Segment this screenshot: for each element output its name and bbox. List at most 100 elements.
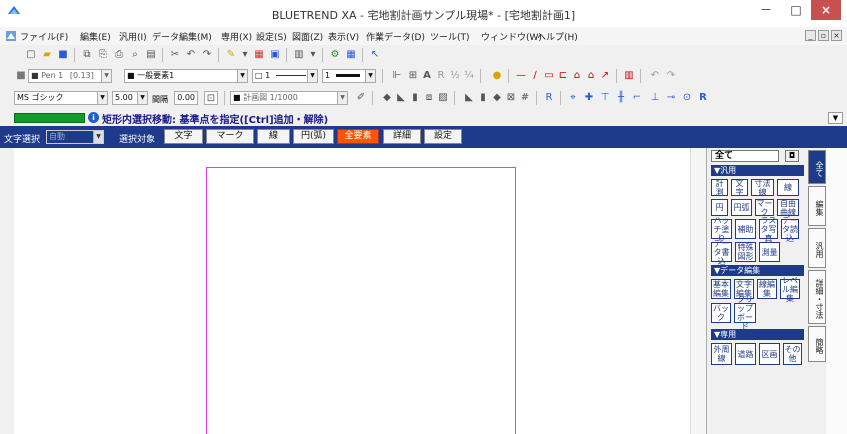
flag-red-icon[interactable]: ⊏ [556,69,570,83]
slash-red-icon[interactable]: ∕ [528,69,542,83]
settings-button[interactable]: 設定 [424,129,462,144]
snap-icon-1[interactable]: ⌖ [566,91,580,105]
command-dropdown-button[interactable]: ▼ [828,112,843,124]
menu-settings[interactable]: 設定(S) [256,30,287,43]
menu-window[interactable]: ウィンドウ(W) [481,30,542,43]
palette-line-button[interactable]: 線 [777,179,799,196]
mdi-restore-button[interactable]: ▫ [818,30,829,41]
grid-red-icon[interactable]: ▥ [622,69,636,83]
snap-icon-7[interactable]: ⊸ [664,91,678,105]
menu-data-edit[interactable]: データ編集(M) [152,30,212,43]
rect-red-icon[interactable]: ▭ [542,69,556,83]
shape-icon-6[interactable]: ◣ [462,91,476,105]
menu-work-data[interactable]: 作業データ(D) [366,30,425,43]
palette-special-shape-button[interactable]: 特殊図形 [735,242,756,262]
plan-select[interactable]: ■ 計画図 1/1000 ▼ [230,91,348,105]
palette-arc-button[interactable]: 円弧 [731,199,752,216]
menu-special[interactable]: 専用(X) [221,30,252,43]
palette-back-button[interactable]: バック [711,303,731,323]
drawing-canvas[interactable] [14,148,706,434]
menu-view[interactable]: 表示(V) [328,30,359,43]
palette-parcel-button[interactable]: 区画 [759,343,780,365]
palette-level-edit-button[interactable]: レベル編集 [780,276,800,303]
palette-line-edit-button[interactable]: 線編集 [757,279,777,299]
edit-pencil-icon[interactable]: ✎ [224,48,238,62]
undo-icon[interactable]: ↶ [184,48,198,62]
palette-perimeter-button[interactable]: 外周線 [711,343,732,365]
mdi-close-button[interactable]: × [831,30,842,41]
menu-general[interactable]: 汎用(I) [119,30,147,43]
layer-icon[interactable]: ▥ [292,48,306,62]
map-icon[interactable]: ▦ [252,48,266,62]
shape-icon-8[interactable]: ◆ [490,91,504,105]
text-a-icon[interactable]: A [420,69,434,83]
calendar-icon[interactable]: ▦ [344,48,358,62]
shape-icon-9[interactable]: ⊠ [504,91,518,105]
palette-other-button[interactable]: その他 [783,343,802,365]
layer-select[interactable]: ■ 一般要素1 ▼ [124,69,248,83]
snap-icon-8[interactable]: ⊙ [680,91,694,105]
new-file-icon[interactable]: ▢ [24,48,38,62]
line-red-icon[interactable]: — [514,69,528,83]
shape-icon-5[interactable]: ▨ [436,91,450,105]
section-special-header[interactable]: ▼専用 [711,329,804,340]
palette-data-write-button[interactable]: データ書込 [711,239,732,266]
palette-hatch-button[interactable]: ハッチ塗り [711,216,732,243]
house-red-icon[interactable]: ⌂ [570,69,584,83]
print-icon[interactable]: ⎙ [112,48,126,62]
auto-select[interactable]: 自動 ▼ [46,130,104,144]
menu-edit[interactable]: 編集(E) [80,30,111,43]
open-folder-icon[interactable]: ▰ [40,48,54,62]
palette-road-button[interactable]: 道路 [735,343,756,365]
tab-simple[interactable]: 簡略 [808,326,826,362]
target-line-button[interactable]: 線 [257,129,290,144]
shape-icon-3[interactable]: ▮ [408,91,422,105]
snap-r-icon[interactable]: R [696,91,710,105]
snap-icon-4[interactable]: ╫ [614,91,628,105]
copy-icon[interactable]: ⧉ [80,48,94,62]
section-data-edit-header[interactable]: ▼データ編集 [711,265,804,276]
section-general-header[interactable]: ▼汎用 [711,165,804,176]
fraction-icon[interactable]: ½ [448,69,462,83]
tab-general[interactable]: 汎用 [808,228,826,268]
table-icon[interactable]: ⊞ [406,69,420,83]
layout-icon[interactable]: ▤ [144,48,158,62]
save-icon[interactable]: ■ [56,48,70,62]
maximize-button[interactable]: □ [781,0,811,20]
palette-freecurve-button[interactable]: 自由曲線 [777,199,799,217]
grid-icon[interactable]: ▣ [268,48,282,62]
palette-data-read-button[interactable]: データ読込 [781,216,799,243]
paste-icon[interactable]: ⎘ [96,48,110,62]
spacing-input[interactable]: 0.00 [174,91,198,105]
snap-icon-3[interactable]: ⊤ [598,91,612,105]
house-alt-red-icon[interactable]: ⌂ [584,69,598,83]
mdi-minimize-button[interactable]: _ [805,30,816,41]
detail-button[interactable]: 詳細 [383,129,421,144]
snap-icon-5[interactable]: ⌐ [630,91,644,105]
pen-color-icon[interactable]: ■ [14,69,28,83]
tab-edit[interactable]: 編集 [808,186,826,226]
minimize-button[interactable]: － [751,0,781,20]
palette-circle-button[interactable]: 円 [711,199,728,216]
target-all-button[interactable]: 全要素 [337,129,379,144]
fraction-small-icon[interactable]: ¼ [462,69,476,83]
palette-filter-select[interactable]: 全て [711,150,779,162]
line-width-select[interactable]: 1 ▼ [322,69,376,83]
text-box-icon[interactable]: ⊡ [204,91,218,105]
shape-icon-7[interactable]: ▮ [476,91,490,105]
menu-file[interactable]: ファイル(F) [20,30,68,43]
redo-icon[interactable]: ↷ [200,48,214,62]
palette-basic-edit-button[interactable]: 基本編集 [711,279,731,299]
menu-tools[interactable]: ツール(T) [430,30,470,43]
shape-icon-1[interactable]: ◆ [380,91,394,105]
tab-detail-dimension[interactable]: 詳細・寸法 [808,270,826,324]
text-r-icon[interactable]: R [434,69,448,83]
shape-icon-4[interactable]: ⧈ [422,91,436,105]
shape-icon-2[interactable]: ◣ [394,91,408,105]
tab-all[interactable]: 全て [808,150,826,184]
font-size-select[interactable]: 5.00 ▼ [112,91,148,105]
redo-gray-icon[interactable]: ↷ [664,69,678,83]
settings-icon[interactable]: ⚙ [328,48,342,62]
help-pointer-icon[interactable]: ↖ [368,48,382,62]
pen-select[interactable]: ■ Pen 1 [0.13] ▼ [28,69,112,83]
